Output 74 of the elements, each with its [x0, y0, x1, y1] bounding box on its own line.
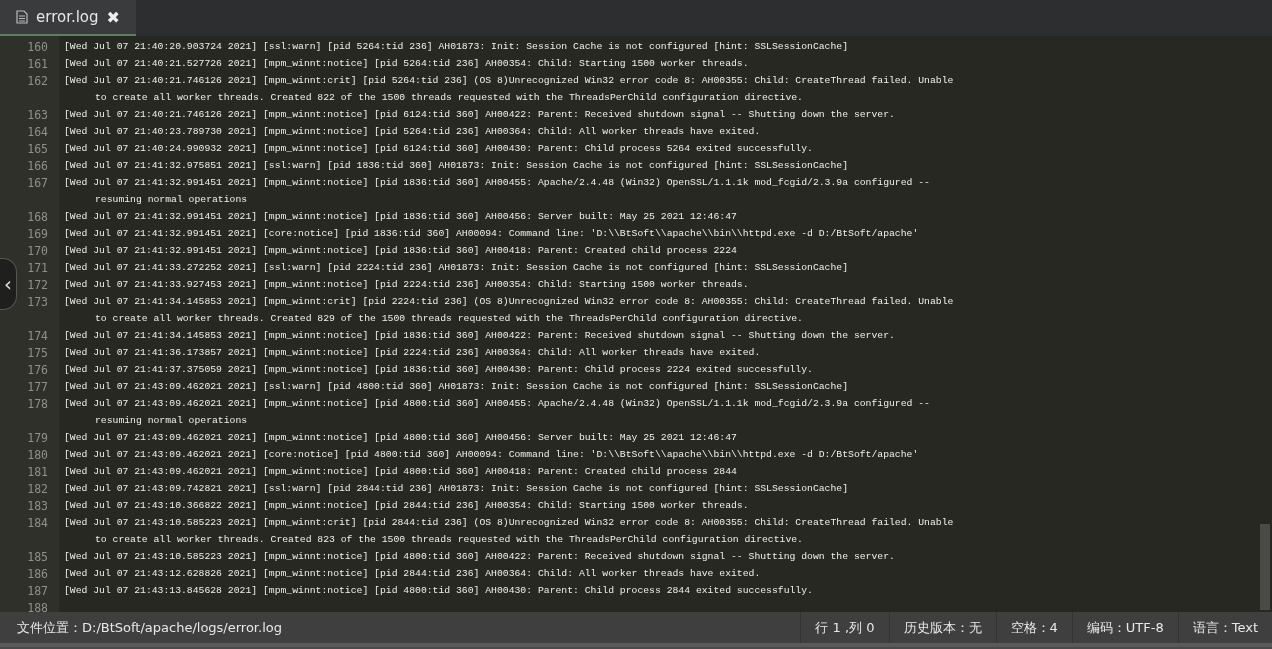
log-line: [Wed Jul 07 21:41:32.991451 2021] [mpm_winnt:notice] [pid 1836:tid 360] AH00455: Apache/2.4.48 (Win32) OpenSSL/1.1.1k mod_fcgid/2.3.9a configured -- — [64, 177, 930, 188]
line-number: 175 — [27, 345, 48, 360]
line-number: 164 — [27, 124, 48, 139]
log-line: [Wed Jul 07 21:41:34.145853 2021] [mpm_winnt:notice] [pid 1836:tid 360] AH00422: Parent: Received shutdown signal -- Shutting down the server. — [64, 330, 895, 341]
line-number: 174 — [27, 328, 48, 343]
line-number: 183 — [27, 498, 48, 513]
log-line: [Wed Jul 07 21:43:09.462021 2021] [core:notice] [pid 4800:tid 360] AH00094: Command line: 'D:\\BtSoft\\apache\\bin\\httpd.exe -d D:/BtSoft/apache' — [64, 449, 919, 460]
line-number: 177 — [27, 379, 48, 394]
log-line: [Wed Jul 07 21:40:24.990932 2021] [mpm_winnt:notice] [pid 6124:tid 360] AH00430: Parent: Child process 5264 exited successfully. — [64, 143, 813, 154]
log-line: [Wed Jul 07 21:40:21.746126 2021] [mpm_winnt:crit] [pid 5264:tid 236] (OS 8)Unrecognized Win32 error code 8: AH00355: Child: CreateThread failed. Unable — [64, 75, 954, 86]
log-line: [Wed Jul 07 21:41:34.145853 2021] [mpm_winnt:crit] [pid 2224:tid 236] (OS 8)Unrecognized Win32 error code 8: AH00355: Child: CreateThread failed. Unable — [64, 296, 954, 307]
log-line: [Wed Jul 07 21:41:32.975851 2021] [ssl:warn] [pid 1836:tid 360] AH01873: Init: Session Cache is not configured [hint: SSLSessionCache] — [64, 160, 849, 171]
line-number: 178 — [27, 396, 48, 411]
line-number: 184 — [27, 515, 48, 530]
log-line: [Wed Jul 07 21:41:32.991451 2021] [mpm_winnt:notice] [pid 1836:tid 360] AH00456: Server built: May 25 2021 12:46:47 — [64, 211, 737, 222]
log-line: [Wed Jul 07 21:43:13.845628 2021] [mpm_winnt:notice] [pid 4800:tid 360] AH00430: Parent: Child process 2844 exited successfully. — [64, 585, 813, 596]
log-line: to create all worker threads. Created 829 of the 1500 threads requested with the ThreadsPerChild configuration directive. — [95, 313, 803, 324]
log-line: [Wed Jul 07 21:43:10.585223 2021] [mpm_winnt:crit] [pid 2844:tid 236] (OS 8)Unrecognized Win32 error code 8: AH00355: Child: CreateThread failed. Unable — [64, 517, 954, 528]
line-number: 182 — [27, 481, 48, 496]
close-icon[interactable]: ✖ — [106, 7, 120, 27]
line-number: 181 — [27, 464, 48, 479]
log-line: [Wed Jul 07 21:43:09.462021 2021] [ssl:warn] [pid 4800:tid 360] AH01873: Init: Session Cache is not configured [hint: SSLSessionCache] — [64, 381, 849, 392]
file-tab[interactable]: error.log ✖ — [0, 0, 136, 36]
log-line: [Wed Jul 07 21:43:10.585223 2021] [mpm_winnt:notice] [pid 4800:tid 360] AH00422: Parent: Received shutdown signal -- Shutting down the server. — [64, 551, 895, 562]
log-line: to create all worker threads. Created 823 of the 1500 threads requested with the ThreadsPerChild configuration directive. — [95, 534, 803, 545]
line-number: 163 — [27, 107, 48, 122]
log-line: [Wed Jul 07 21:41:36.173857 2021] [mpm_winnt:notice] [pid 2224:tid 236] AH00364: Child: All worker threads have exited. — [64, 347, 761, 358]
line-number: 185 — [27, 549, 48, 564]
log-line: [Wed Jul 07 21:41:32.991451 2021] [core:notice] [pid 1836:tid 360] AH00094: Command line: 'D:\\BtSoft\\apache\\bin\\httpd.exe -d D:/BtSoft/apache' — [64, 228, 919, 239]
log-line: [Wed Jul 07 21:43:12.628826 2021] [mpm_winnt:notice] [pid 2844:tid 236] AH00364: Child: All worker threads have exited. — [64, 568, 761, 579]
line-number: 166 — [27, 158, 48, 173]
log-line: [Wed Jul 07 21:41:37.375059 2021] [mpm_winnt:notice] [pid 1836:tid 360] AH00430: Parent: Child process 2224 exited successfully. — [64, 364, 813, 375]
log-line: to create all worker threads. Created 822 of the 1500 threads requested with the ThreadsPerChild configuration directive. — [95, 92, 803, 103]
log-line: [Wed Jul 07 21:43:10.366822 2021] [mpm_winnt:notice] [pid 2844:tid 236] AH00354: Child: Starting 1500 worker threads. — [64, 500, 749, 511]
log-line: [Wed Jul 07 21:40:21.746126 2021] [mpm_winnt:notice] [pid 6124:tid 360] AH00422: Parent: Received shutdown signal -- Shutting down the server. — [64, 109, 895, 120]
log-line: [Wed Jul 07 21:41:33.272252 2021] [ssl:warn] [pid 2224:tid 236] AH01873: Init: Session Cache is not configured [hint: SSLSessionCache] — [64, 262, 849, 273]
line-number: 176 — [27, 362, 48, 377]
log-line: [Wed Jul 07 21:43:09.742821 2021] [ssl:warn] [pid 2844:tid 236] AH01873: Init: Session Cache is not configured [hint: SSLSessionCache] — [64, 483, 849, 494]
log-line: [Wed Jul 07 21:40:21.527726 2021] [mpm_winnt:notice] [pid 5264:tid 236] AH00354: Child: Starting 1500 worker threads. — [64, 58, 749, 69]
log-line: [Wed Jul 07 21:40:20.903724 2021] [ssl:warn] [pid 5264:tid 236] AH01873: Init: Session Cache is not configured [hint: SSLSessionCache] — [64, 41, 849, 52]
line-number: 171 — [27, 260, 48, 275]
line-number: 167 — [27, 175, 48, 190]
scrollbar-thumb[interactable] — [1260, 524, 1270, 610]
log-line: [Wed Jul 07 21:43:09.462021 2021] [mpm_winnt:notice] [pid 4800:tid 360] AH00456: Server built: May 25 2021 12:46:47 — [64, 432, 737, 443]
line-number: 186 — [27, 566, 48, 581]
collapse-handle[interactable]: ‹ — [0, 258, 17, 310]
status-item[interactable]: 历史版本：无 — [888, 612, 996, 643]
log-line: [Wed Jul 07 21:40:23.789730 2021] [mpm_winnt:notice] [pid 5264:tid 236] AH00364: Child: All worker threads have exited. — [64, 126, 761, 137]
line-number: 165 — [27, 141, 48, 156]
log-line: resuming normal operations — [95, 194, 248, 205]
log-line: [Wed Jul 07 21:41:33.927453 2021] [mpm_winnt:notice] [pid 2224:tid 236] AH00354: Child: Starting 1500 worker threads. — [64, 279, 749, 290]
line-number: 162 — [27, 73, 48, 88]
line-number: 160 — [27, 39, 48, 54]
log-line: [Wed Jul 07 21:43:09.462021 2021] [mpm_winnt:notice] [pid 4800:tid 360] AH00418: Parent: Created child process 2844 — [64, 466, 737, 477]
line-number: 180 — [27, 447, 48, 462]
line-number: 168 — [27, 209, 48, 224]
document-icon — [16, 10, 28, 24]
status-item[interactable]: 编码：UTF-8 — [1071, 612, 1178, 643]
line-number: 161 — [27, 56, 48, 71]
line-number: 173 — [27, 294, 48, 309]
log-line: [Wed Jul 07 21:41:32.991451 2021] [mpm_winnt:notice] [pid 1836:tid 360] AH00418: Parent: Created child process 2224 — [64, 245, 737, 256]
log-line: resuming normal operations — [95, 415, 248, 426]
line-number: 179 — [27, 430, 48, 445]
status-item[interactable]: 空格：4 — [995, 612, 1072, 643]
line-number: 187 — [27, 583, 48, 598]
status-item[interactable]: 行 1 ,列 0 — [800, 612, 889, 643]
line-number: 169 — [27, 226, 48, 241]
line-number: 172 — [27, 277, 48, 292]
line-number: 188 — [27, 600, 48, 612]
line-number: 170 — [27, 243, 48, 258]
file-path: 文件位置：D:/BtSoft/apache/logs/error.log — [16, 618, 282, 637]
tab-label: error.log — [36, 8, 99, 26]
status-item[interactable]: 语言：Text — [1177, 612, 1272, 643]
log-line: [Wed Jul 07 21:43:09.462021 2021] [mpm_winnt:notice] [pid 4800:tid 360] AH00455: Apache/2.4.48 (Win32) OpenSSL/1.1.1k mod_fcgid/2.3.9a configured -- — [64, 398, 930, 409]
